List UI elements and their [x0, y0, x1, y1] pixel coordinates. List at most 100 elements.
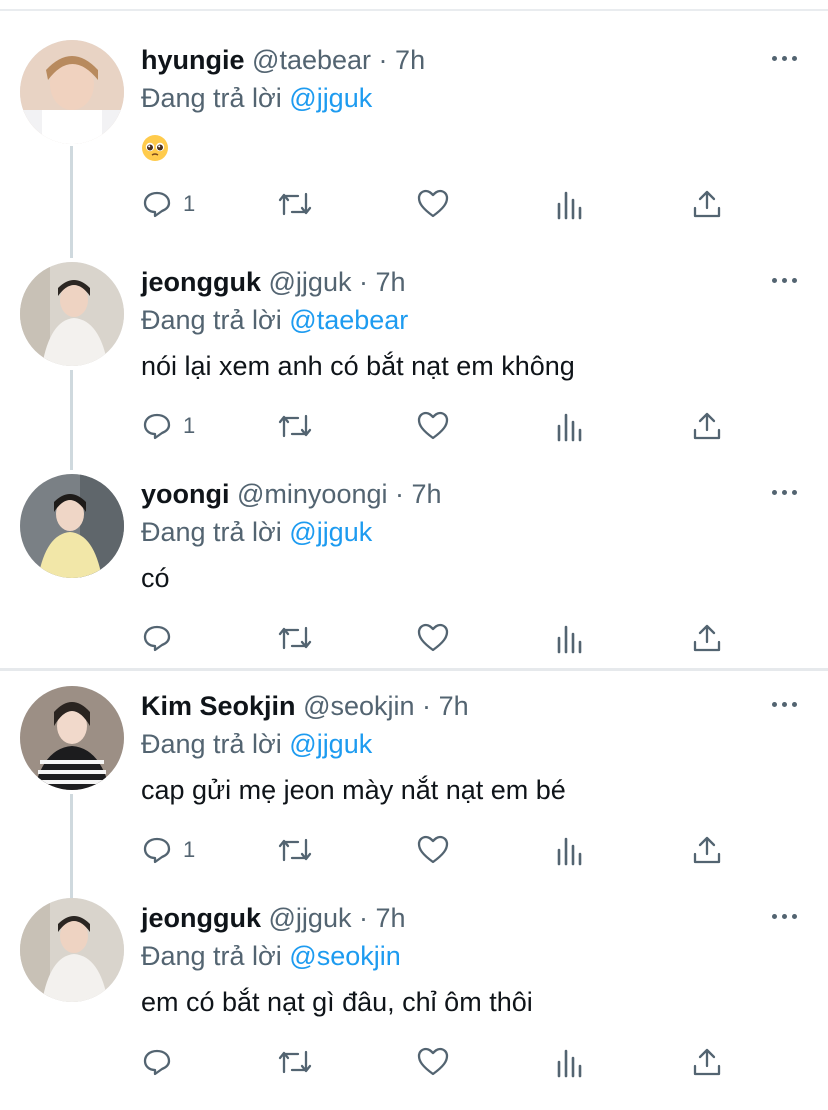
reply-button[interactable]: [141, 618, 183, 658]
analytics-button[interactable]: [555, 406, 585, 446]
reply-icon: [143, 837, 171, 864]
share-icon: [693, 190, 721, 218]
reply-count: 1: [183, 837, 196, 862]
timestamp[interactable]: 7h: [412, 479, 442, 509]
mention-link[interactable]: @seokjin: [289, 941, 400, 971]
analytics-button[interactable]: [555, 830, 585, 870]
user-handle[interactable]: @jjguk: [269, 267, 352, 297]
heart-icon: [417, 835, 449, 864]
reply-icon: [143, 1049, 171, 1076]
tweet[interactable]: jeongguk @jjguk · 7h Đang trả lời @taebe…: [0, 262, 828, 474]
reply-icon: [143, 413, 171, 440]
like-button[interactable]: [416, 406, 450, 446]
share-button[interactable]: [692, 618, 722, 658]
retweet-button[interactable]: [276, 184, 314, 224]
timestamp[interactable]: 7h: [376, 903, 406, 933]
mention-link[interactable]: @jjguk: [289, 729, 372, 759]
heart-icon: [417, 623, 449, 652]
more-options-icon[interactable]: [772, 270, 800, 290]
more-options-icon[interactable]: [772, 48, 800, 68]
analytics-button[interactable]: [555, 618, 585, 658]
analytics-icon: [557, 1049, 582, 1078]
reply-button[interactable]: 1: [141, 830, 195, 870]
share-button[interactable]: [692, 406, 722, 446]
tweet[interactable]: hyungie @taebear · 7h Đang trả lời @jjgu…: [0, 40, 828, 252]
user-handle[interactable]: @seokjin: [303, 691, 414, 721]
share-icon: [693, 1048, 721, 1076]
timestamp[interactable]: 7h: [439, 691, 469, 721]
replying-to: Đang trả lời @jjguk: [141, 78, 372, 118]
reply-button[interactable]: 1: [141, 184, 195, 224]
share-button[interactable]: [692, 830, 722, 870]
tweet-header: Kim Seokjin @seokjin · 7h: [141, 686, 469, 726]
tweet-header: jeongguk @jjguk · 7h: [141, 898, 406, 938]
reply-button[interactable]: [141, 1042, 183, 1082]
reply-count: 1: [183, 191, 196, 216]
retweet-icon: [278, 626, 312, 650]
top-divider: [0, 9, 828, 11]
tweet-text: có: [141, 563, 170, 593]
retweet-button[interactable]: [276, 1042, 314, 1082]
tweet-actions: 1: [141, 830, 741, 870]
more-options-icon[interactable]: [772, 906, 800, 926]
replying-to-label: Đang trả lời: [141, 305, 282, 335]
tweet-text: nói lại xem anh có bắt nạt em không: [141, 351, 575, 381]
avatar[interactable]: [20, 898, 124, 1002]
display-name[interactable]: jeongguk: [141, 903, 261, 933]
analytics-button[interactable]: [555, 1042, 585, 1082]
display-name[interactable]: hyungie: [141, 45, 245, 75]
mention-link[interactable]: @jjguk: [289, 517, 372, 547]
tweet-header: yoongi @minyoongi · 7h: [141, 474, 442, 514]
more-options-icon[interactable]: [772, 482, 800, 502]
user-handle[interactable]: @taebear: [252, 45, 371, 75]
replying-to: Đang trả lời @seokjin: [141, 936, 401, 976]
reply-icon: [143, 191, 171, 218]
display-name[interactable]: Kim Seokjin: [141, 691, 296, 721]
replying-to-label: Đang trả lời: [141, 941, 282, 971]
mention-link[interactable]: @jjguk: [289, 83, 372, 113]
like-button[interactable]: [416, 618, 450, 658]
like-button[interactable]: [416, 1042, 450, 1082]
user-handle[interactable]: @jjguk: [269, 903, 352, 933]
timestamp[interactable]: 7h: [395, 45, 425, 75]
avatar[interactable]: [20, 40, 124, 144]
analytics-icon: [557, 413, 582, 442]
reply-button[interactable]: 1: [141, 406, 195, 446]
share-button[interactable]: [692, 184, 722, 224]
like-button[interactable]: [416, 184, 450, 224]
tweet[interactable]: Kim Seokjin @seokjin · 7h Đang trả lời @…: [0, 686, 828, 898]
retweet-button[interactable]: [276, 618, 314, 658]
display-name[interactable]: jeongguk: [141, 267, 261, 297]
reply-icon: [143, 625, 171, 652]
retweet-button[interactable]: [276, 406, 314, 446]
more-options-icon[interactable]: [772, 694, 800, 714]
retweet-icon: [278, 838, 312, 862]
replying-to-label: Đang trả lời: [141, 729, 282, 759]
share-icon: [693, 624, 721, 652]
analytics-button[interactable]: [555, 184, 585, 224]
mention-link[interactable]: @taebear: [289, 305, 408, 335]
timestamp[interactable]: 7h: [376, 267, 406, 297]
reply-count: 1: [183, 413, 196, 438]
display-name[interactable]: yoongi: [141, 479, 230, 509]
share-button[interactable]: [692, 1042, 722, 1082]
avatar[interactable]: [20, 262, 124, 366]
heart-icon: [417, 189, 449, 218]
avatar[interactable]: [20, 474, 124, 578]
tweet-actions: [141, 618, 741, 658]
replying-to-label: Đang trả lời: [141, 83, 282, 113]
like-button[interactable]: [416, 830, 450, 870]
separator-dot: ·: [378, 45, 388, 75]
avatar[interactable]: [20, 686, 124, 790]
separator-dot: ·: [358, 903, 368, 933]
retweet-icon: [278, 1050, 312, 1074]
tweet[interactable]: yoongi @minyoongi · 7h Đang trả lời @jjg…: [0, 474, 828, 686]
retweet-button[interactable]: [276, 830, 314, 870]
tweet-actions: 1: [141, 406, 741, 446]
tweet-actions: [141, 1042, 741, 1082]
separator-dot: ·: [422, 691, 432, 721]
tweet-text: em có bắt nạt gì đâu, chỉ ôm thôi: [141, 987, 533, 1017]
tweet[interactable]: jeongguk @jjguk · 7h Đang trả lời @seokj…: [0, 898, 828, 1110]
user-handle[interactable]: @minyoongi: [237, 479, 387, 509]
retweet-icon: [278, 192, 312, 216]
